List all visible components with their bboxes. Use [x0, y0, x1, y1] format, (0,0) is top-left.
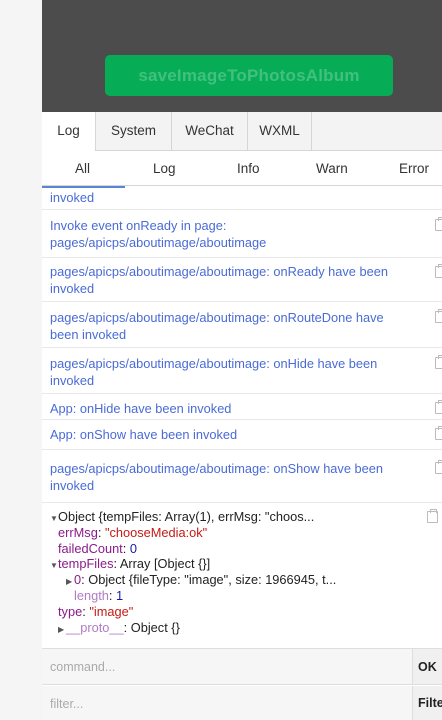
log-text: pages/apicps/aboutimage/aboutimage: onHi… — [50, 356, 378, 371]
command-ok-button[interactable]: OK — [412, 649, 442, 684]
log-text: pages/apicps/aboutimage/aboutimage — [50, 235, 267, 250]
log-entry: Invoke event onReady in page: pages/apic… — [42, 210, 442, 258]
property-value: Object {fileType: "image", size: 1966945… — [88, 572, 337, 588]
log-text: been invoked — [50, 327, 127, 342]
log-entry: pages/apicps/aboutimage/aboutimage: onRo… — [42, 302, 442, 348]
filter-info[interactable]: Info — [237, 151, 260, 185]
property-value: Object {} — [130, 619, 180, 635]
property-value: "image" — [89, 603, 134, 619]
property-key: errMsg — [58, 524, 98, 540]
log-text: pages/apicps/aboutimage/aboutimage: onRo… — [50, 310, 384, 325]
log-entry: pages/apicps/aboutimage/aboutimage: onSh… — [42, 450, 442, 503]
log-text: invoked — [50, 281, 95, 296]
copy-icon[interactable] — [435, 426, 442, 440]
collapsed-triangle-icon[interactable]: ▶ — [58, 622, 66, 638]
log-entry: App: onHide have been invoked — [42, 394, 442, 420]
log-text: Invoke event onReady in page: — [50, 218, 227, 233]
command-bar: command... OK — [42, 648, 442, 685]
tab-log[interactable]: Log — [42, 112, 96, 151]
object-property-row[interactable]: ▶ 0: Object {fileType: "image", size: 196… — [50, 572, 412, 588]
property-value: Array [Object {}] — [119, 556, 211, 572]
filter-button[interactable]: Filter — [412, 686, 442, 720]
object-property-row[interactable]: ▶ __proto__: Object {} — [50, 620, 412, 636]
object-log-entry: ▼Object {tempFiles: Array(1), errMsg: "c… — [42, 503, 442, 648]
log-text: invoked — [50, 478, 95, 493]
filter-input[interactable]: filter... — [50, 697, 83, 711]
log-text: invoked — [50, 373, 95, 388]
log-list[interactable]: invoked Invoke event onReady in page: pa… — [42, 186, 442, 648]
property-key: length — [74, 587, 109, 603]
property-key: type — [58, 603, 83, 619]
save-image-to-photos-album-button[interactable]: saveImageToPhotosAlbum — [105, 55, 393, 96]
property-key: failedCount — [58, 540, 123, 556]
copy-icon[interactable] — [435, 400, 442, 414]
filter-warn[interactable]: Warn — [316, 151, 348, 185]
tab-system[interactable]: System — [96, 112, 172, 150]
copy-icon[interactable] — [435, 217, 442, 231]
copy-icon[interactable] — [435, 460, 442, 474]
object-summary-row[interactable]: ▼Object {tempFiles: Array(1), errMsg: "c… — [50, 509, 438, 525]
preview-area: saveImageToPhotosAlbum — [42, 0, 442, 112]
property-value: 0 — [129, 540, 137, 556]
left-margin — [0, 0, 42, 720]
log-text: pages/apicps/aboutimage/aboutimage: onSh… — [50, 461, 383, 476]
log-entry: pages/apicps/aboutimage/aboutimage: onRe… — [42, 258, 442, 302]
command-input[interactable]: command... — [50, 660, 115, 674]
tab-wechat[interactable]: WeChat — [172, 112, 248, 150]
tab-wxml[interactable]: WXML — [248, 112, 312, 150]
object-summary: Object {tempFiles: Array(1), errMsg: "ch… — [58, 509, 315, 524]
copy-icon[interactable] — [427, 509, 438, 523]
object-property-row[interactable]: ▼tempFiles: Array [Object {}] — [50, 556, 412, 572]
object-property-row: type: "image" — [58, 603, 134, 619]
filter-log[interactable]: Log — [153, 151, 176, 185]
property-key: __proto__ — [66, 619, 124, 635]
copy-icon[interactable] — [435, 264, 442, 278]
property-value: 1 — [116, 587, 124, 603]
log-text: invoked — [50, 190, 95, 205]
filter-bar: filter... Filter — [42, 686, 442, 720]
property-value: "chooseMedia:ok" — [104, 524, 208, 540]
devtools-tabs: Log System WeChat WXML — [42, 112, 442, 151]
object-property-row: length: 1 — [74, 587, 124, 603]
log-text: pages/apicps/aboutimage/aboutimage: onRe… — [50, 264, 388, 279]
log-entry: pages/apicps/aboutimage/aboutimage: onHi… — [42, 348, 442, 394]
object-property-row: errMsg: "chooseMedia:ok" — [58, 524, 208, 540]
log-level-filters: All Log Info Warn Error — [42, 151, 442, 186]
copy-icon[interactable] — [435, 309, 442, 323]
log-text: App: onShow have been invoked — [50, 427, 238, 442]
filter-all[interactable]: All — [75, 151, 90, 185]
property-key: tempFiles — [58, 556, 114, 572]
object-property-row: failedCount: 0 — [58, 540, 137, 556]
filter-error[interactable]: Error — [399, 151, 429, 185]
copy-icon[interactable] — [435, 355, 442, 369]
log-entry: App: onShow have been invoked — [42, 420, 442, 450]
log-entry: invoked — [42, 186, 442, 210]
log-text: App: onHide have been invoked — [50, 401, 232, 416]
simulator-page: saveImageToPhotosAlbum Log System WeChat… — [42, 0, 442, 720]
